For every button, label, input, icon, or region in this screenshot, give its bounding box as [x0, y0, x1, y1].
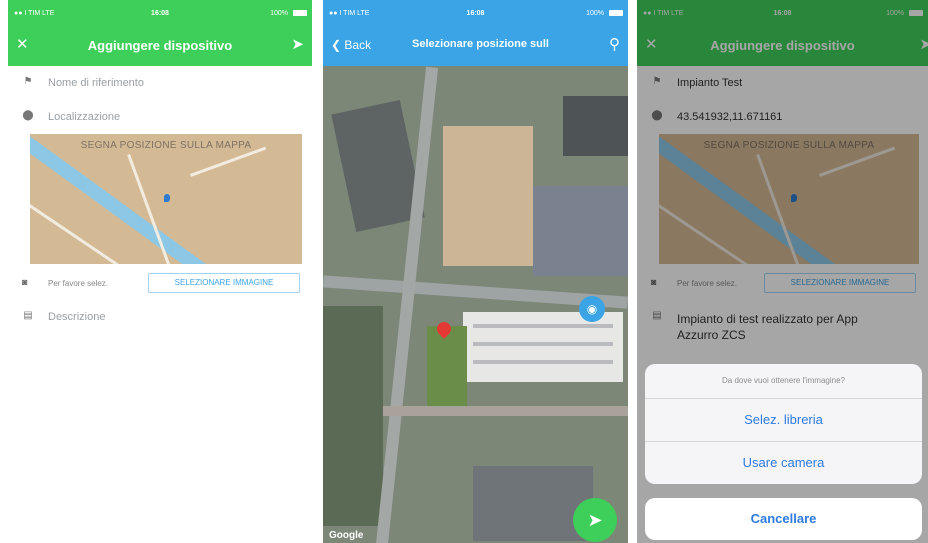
parking-lot: [323, 306, 383, 526]
location-placeholder: Localizzazione: [48, 111, 121, 123]
select-library-button[interactable]: Selez. libreria: [645, 399, 922, 442]
confirm-location-button[interactable]: ➤: [573, 498, 617, 542]
battery-icon: [293, 10, 307, 16]
add-device-screen: ●● I TIM LTE 16:08 100% ✕ Aggiungere dis…: [8, 0, 312, 543]
map-road: [190, 146, 267, 177]
nav-bar: ❮ Back Selezionare posizione sull ⚲: [323, 26, 628, 66]
flag-icon: ⚑: [23, 76, 33, 87]
map-caption: SEGNA POSIZIONE SULLA MAPPA: [80, 140, 252, 151]
action-sheet: Da dove vuoi ottenere l'immagine? Selez.…: [645, 364, 922, 484]
location-field[interactable]: ⬤ Localizzazione: [22, 106, 302, 130]
status-bar: ●● I TIM LTE 16:08 100%: [323, 0, 628, 26]
location-map[interactable]: SEGNA POSIZIONE SULLA MAPPA: [30, 134, 302, 264]
battery-percent: 100%: [586, 10, 604, 17]
image-label: Per favore selez.: [48, 279, 109, 288]
building: [563, 96, 628, 156]
satellite-map[interactable]: ◉ ➤ Google: [323, 66, 628, 543]
send-icon[interactable]: ➤: [291, 35, 304, 53]
battery-icon: [609, 10, 623, 16]
search-icon[interactable]: ⚲: [609, 35, 620, 53]
roof-line: [473, 342, 613, 346]
use-camera-button[interactable]: Usare camera: [645, 442, 922, 484]
camera-icon: ◙: [22, 277, 28, 287]
name-placeholder: Nome di riferimento: [48, 77, 144, 89]
send-icon: ➤: [587, 510, 603, 530]
cancel-button[interactable]: Cancellare: [645, 498, 922, 540]
map-select-screen: ●● I TIM LTE 16:08 100% ❮ Back Seleziona…: [323, 0, 628, 543]
roof-line: [473, 360, 613, 364]
building: [463, 312, 623, 382]
select-image-button[interactable]: SELEZIONARE IMMAGINE: [148, 273, 300, 293]
image-row: ◙ Per favore selez. SELEZIONARE IMMAGINE: [22, 272, 304, 294]
map-river: [30, 134, 212, 264]
description-field[interactable]: ▤ Descrizione: [22, 306, 302, 330]
layers-icon[interactable]: ◉: [579, 296, 605, 322]
page-title: Aggiungere dispositivo: [87, 38, 233, 53]
clock: 16:08: [466, 10, 485, 17]
clock: 16:08: [151, 10, 169, 17]
add-device-filled-screen: ●● I TIM LTE 16:08 100% ✕ Aggiungere dis…: [637, 0, 928, 543]
green-area: [427, 326, 467, 416]
roof-line: [473, 324, 613, 328]
name-field[interactable]: ⚑ Nome di riferimento: [22, 72, 302, 96]
construction-site: [443, 126, 533, 266]
street: [383, 406, 628, 416]
status-bar: ●● I TIM LTE 16:08 100%: [8, 0, 312, 26]
document-icon: ▤: [23, 310, 33, 321]
building: [533, 186, 628, 276]
nav-bar: ✕ Aggiungere dispositivo ➤: [8, 26, 312, 66]
chevron-left-icon: ❮: [331, 38, 342, 52]
description-placeholder: Descrizione: [48, 311, 106, 323]
page-title: Selezionare posizione sull: [412, 38, 549, 50]
location-pin-icon: ⬤: [22, 110, 34, 121]
map-pin-icon: [164, 194, 170, 202]
google-logo: Google: [329, 530, 364, 541]
battery-percent: 100%: [270, 10, 288, 17]
action-sheet-question: Da dove vuoi ottenere l'immagine?: [645, 364, 922, 399]
